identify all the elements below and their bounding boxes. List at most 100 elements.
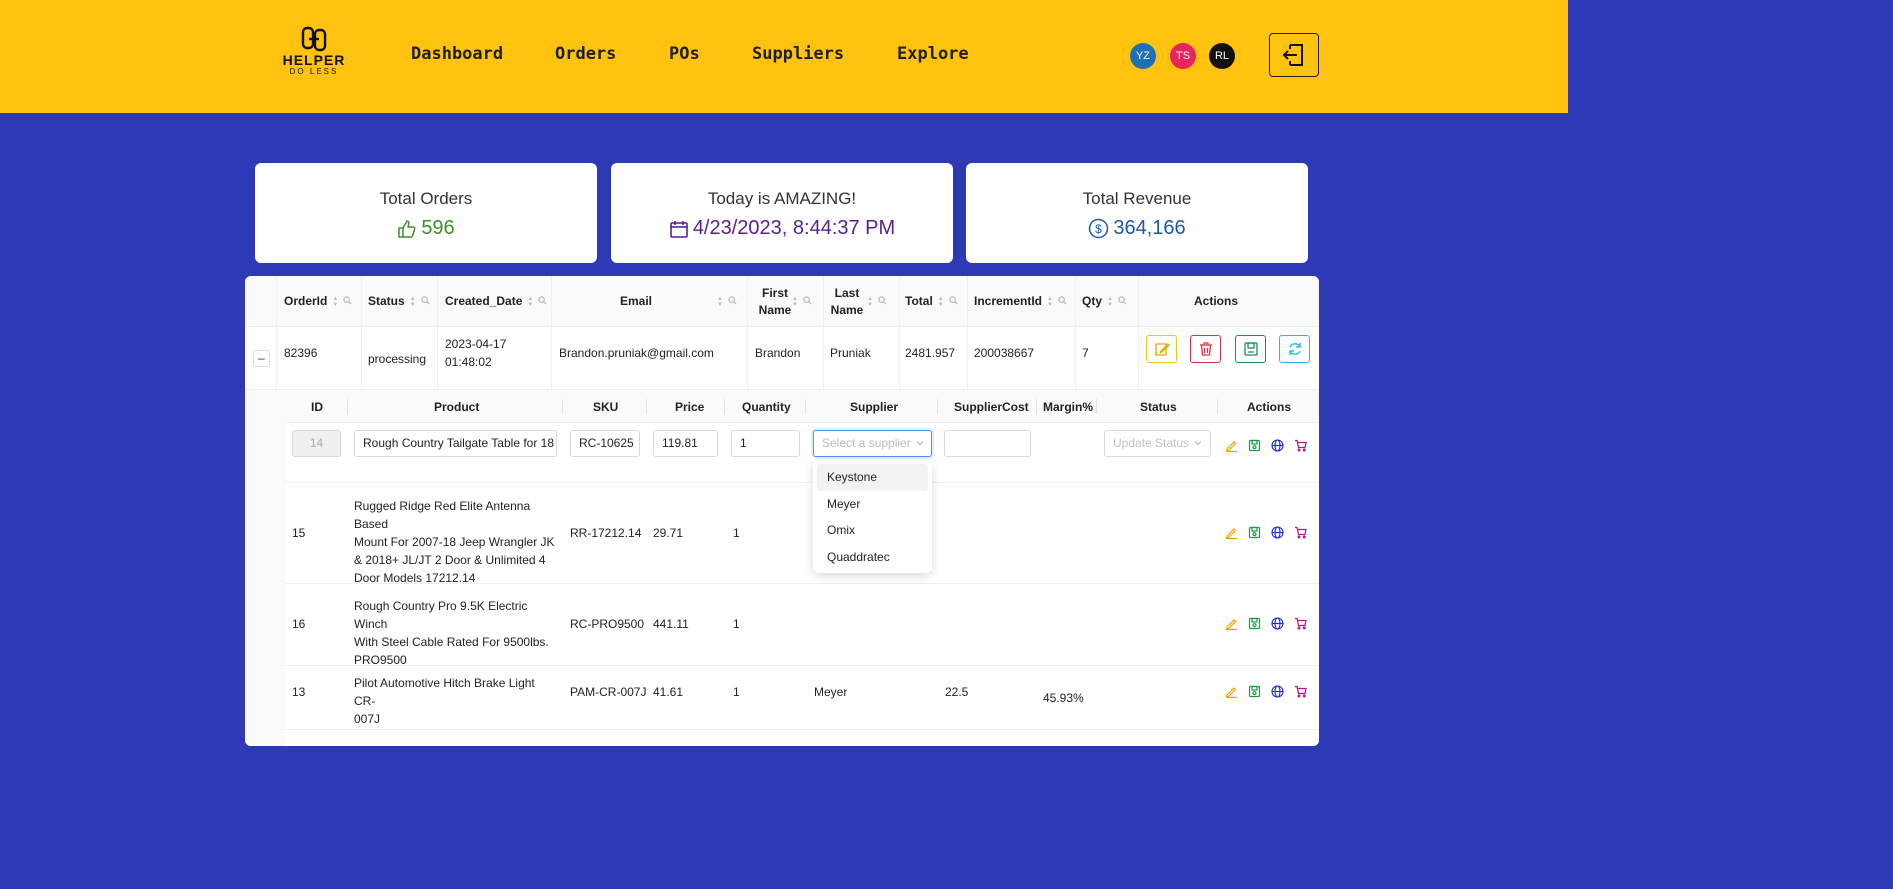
table-row[interactable]: 15 Rugged Ridge Red Elite Antenna Based … <box>285 483 1319 585</box>
item-margin: 45.93% <box>1043 691 1084 705</box>
save-icon[interactable] <box>1248 685 1261 698</box>
nav-dashboard[interactable]: Dashboard <box>411 44 503 64</box>
table-row[interactable]: 13 Pilot Automotive Hitch Brake Light CR… <box>285 666 1319 730</box>
save-order-button[interactable] <box>1235 335 1266 363</box>
table-row[interactable]: 16 Rough Country Pro 9.5K Electric Winch… <box>285 584 1319 667</box>
order-qty: 7 <box>1082 346 1089 360</box>
col-first-name-controls[interactable]: ▲ ▼ <box>787 276 812 327</box>
search-icon[interactable] <box>1058 293 1067 310</box>
search-icon[interactable] <box>343 293 352 310</box>
col-incrementid[interactable]: IncrementId ▲ ▼ <box>974 276 1067 327</box>
cart-icon[interactable] <box>1294 685 1307 698</box>
collapse-row-button[interactable]: – <box>253 350 270 367</box>
order-items-header: ID Product SKU Price Quantity Supplier S… <box>285 390 1319 423</box>
col-quantity: Quantity <box>742 399 791 414</box>
col-total[interactable]: Total ▲ ▼ <box>905 276 958 327</box>
brand-logo[interactable]: HELPER DO LESS <box>282 26 346 86</box>
search-icon[interactable] <box>538 293 547 310</box>
product-input[interactable]: Rough Country Tailgate Table for 18 <box>354 430 557 457</box>
refresh-icon <box>1288 343 1301 355</box>
quantity-input[interactable]: 1 <box>731 430 800 457</box>
col-last-name-controls[interactable]: ▲ ▼ <box>862 276 887 327</box>
globe-icon[interactable] <box>1271 526 1284 539</box>
supplier-option-quaddratec[interactable]: Quaddratec <box>817 544 928 571</box>
save-icon[interactable] <box>1248 439 1261 452</box>
nav-orders[interactable]: Orders <box>555 44 616 64</box>
col-email[interactable]: Email <box>620 276 652 327</box>
supplier-dropdown-menu: Keystone Meyer Omix Quaddratec <box>813 460 932 573</box>
col-status[interactable]: Status ▲ ▼ <box>368 276 430 327</box>
total-revenue-card: Total Revenue $ 364,166 <box>966 163 1308 263</box>
col-email-controls[interactable]: ▲ ▼ <box>712 276 737 327</box>
edit-icon[interactable] <box>1225 685 1238 698</box>
save-icon <box>1243 342 1258 356</box>
cart-icon[interactable] <box>1294 617 1307 630</box>
cart-icon[interactable] <box>1294 439 1307 452</box>
edit-icon[interactable] <box>1225 617 1238 630</box>
supplier-option-keystone[interactable]: Keystone <box>817 464 928 491</box>
nav-suppliers[interactable]: Suppliers <box>752 44 844 64</box>
item-product: Pilot Automotive Hitch Brake Light CR- 0… <box>354 676 535 726</box>
col-actions: Actions <box>1194 294 1239 308</box>
table-row[interactable]: – 82396 processing 2023-04-17 01:48:02 B… <box>245 327 1319 390</box>
update-status-placeholder: Update Status <box>1113 436 1190 450</box>
dollar-circle-icon: $ <box>1089 218 1109 239</box>
search-icon[interactable] <box>420 293 430 310</box>
brand-name: HELPER <box>282 52 346 68</box>
avatar-ts[interactable]: TS <box>1170 43 1196 69</box>
item-price: 41.61 <box>653 685 684 699</box>
col-created-date[interactable]: Created_Date ▲ ▼ <box>445 276 547 327</box>
supplier-select[interactable]: Select a supplier <box>813 430 932 457</box>
search-icon[interactable] <box>949 293 958 310</box>
sku-input[interactable]: RC-10625 <box>570 430 640 457</box>
chevron-down-icon <box>916 441 924 446</box>
order-created-date-time: 01:48:02 <box>445 355 492 369</box>
col-item-actions: Actions <box>1247 399 1292 414</box>
search-icon[interactable] <box>803 293 812 310</box>
order-status: processing <box>368 352 427 366</box>
supplier-option-omix[interactable]: Omix <box>817 517 928 544</box>
delete-order-button[interactable] <box>1190 335 1221 363</box>
today-title: Today is AMAZING! <box>707 189 857 208</box>
item-quantity: 1 <box>733 617 740 631</box>
supplier-select-placeholder: Select a supplier <box>822 436 911 450</box>
col-qty[interactable]: Qty ▲ ▼ <box>1082 276 1127 327</box>
col-last-name[interactable]: Last Name <box>829 276 865 327</box>
save-icon[interactable] <box>1248 526 1261 539</box>
avatar-rl[interactable]: RL <box>1209 43 1235 69</box>
total-orders-value: 596 <box>421 217 455 239</box>
search-icon[interactable] <box>878 293 887 310</box>
save-icon[interactable] <box>1248 617 1261 630</box>
globe-icon[interactable] <box>1271 617 1284 630</box>
avatar-yz[interactable]: YZ <box>1130 43 1156 69</box>
edit-icon <box>1154 343 1170 356</box>
order-items-table: ID Product SKU Price Quantity Supplier S… <box>285 390 1319 746</box>
edit-icon[interactable] <box>1225 439 1238 452</box>
refresh-order-button[interactable] <box>1279 335 1310 363</box>
nav-pos[interactable]: POs <box>669 44 700 64</box>
item-id: 16 <box>292 617 306 631</box>
supplier-option-meyer[interactable]: Meyer <box>817 491 928 518</box>
search-icon[interactable] <box>728 293 737 310</box>
supplier-cost-input[interactable] <box>944 430 1031 457</box>
edit-icon[interactable] <box>1225 526 1238 539</box>
row-actions <box>1225 439 1307 452</box>
item-supplier-cost: 22.5 <box>945 685 969 699</box>
col-item-status: Status <box>1140 399 1177 414</box>
logout-button[interactable] <box>1269 33 1319 77</box>
globe-icon[interactable] <box>1271 439 1284 452</box>
globe-icon[interactable] <box>1271 685 1284 698</box>
col-orderid[interactable]: OrderId ▲ ▼ <box>284 276 352 327</box>
item-id: 13 <box>292 685 306 699</box>
table-row-editing: 14 Rough Country Tailgate Table for 18 R… <box>285 423 1319 483</box>
row-actions <box>1225 617 1307 630</box>
item-sku: RR-17212.14 <box>570 526 642 540</box>
update-status-select[interactable]: Update Status <box>1104 430 1211 457</box>
order-first-name: Brandon <box>755 346 801 360</box>
order-items-area: ID Product SKU Price Quantity Supplier S… <box>245 390 1319 746</box>
cart-icon[interactable] <box>1294 526 1307 539</box>
search-icon[interactable] <box>1118 293 1127 310</box>
nav-explore[interactable]: Explore <box>897 44 969 64</box>
edit-order-button[interactable] <box>1146 335 1177 363</box>
price-input[interactable]: 119.81 <box>653 430 718 457</box>
